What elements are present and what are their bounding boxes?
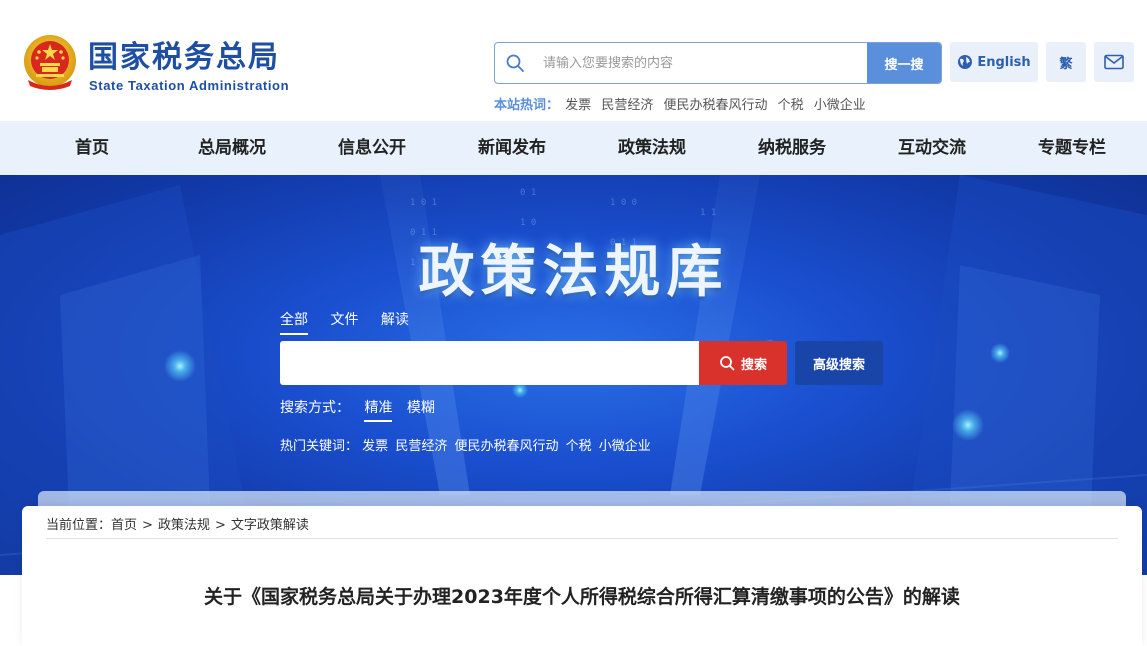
breadcrumb-policy[interactable]: 政策法规: [158, 518, 210, 533]
article-title: 关于《国家税务总局关于办理2023年度个人所得税综合所得汇算清缴事项的公告》的解…: [204, 586, 960, 608]
nav-item-home[interactable]: 首页: [37, 121, 147, 175]
site-logo-subtitle[interactable]: State Taxation Administration: [89, 78, 289, 93]
search-icon: [720, 356, 735, 371]
breadcrumb-separator: >: [142, 518, 153, 533]
globe-icon: [958, 55, 973, 69]
policy-search-button[interactable]: 搜索: [699, 341, 787, 385]
policy-search-label: 搜索: [740, 357, 767, 373]
breadcrumb-divider: [46, 538, 1118, 539]
nav-item-topics[interactable]: 专题专栏: [1017, 121, 1127, 175]
nav-item-interaction[interactable]: 互动交流: [877, 121, 987, 175]
banner-search-tabs: 全部 文件 解读: [280, 309, 427, 335]
hot-word-link[interactable]: 小微企业: [814, 98, 866, 113]
hot-word-link[interactable]: 民营经济: [601, 98, 653, 113]
tab-interpretation[interactable]: 解读: [381, 309, 409, 333]
nav-item-overview[interactable]: 总局概况: [177, 121, 287, 175]
svg-text:1 0 0: 1 0 0: [610, 198, 637, 208]
tab-documents[interactable]: 文件: [330, 309, 358, 333]
search-mode: 搜索方式： 精准 模糊: [280, 397, 435, 422]
content-card: 当前位置：首页 > 政策法规 > 文字政策解读 关于《国家税务总局关于办理2023年度个…: [22, 506, 1142, 646]
banner-hot-label: 热门关键词：: [280, 439, 359, 454]
hot-words-label: 本站热词：: [494, 98, 560, 113]
hot-word-link[interactable]: 发票: [565, 98, 591, 113]
hot-keyword-link[interactable]: 发票: [362, 439, 388, 454]
breadcrumb-current[interactable]: 文字政策解读: [231, 518, 309, 533]
traditional-chinese-button[interactable]: 繁: [1046, 42, 1086, 82]
national-emblem-icon[interactable]: [22, 34, 78, 92]
hot-keyword-link[interactable]: 民营经济: [395, 439, 447, 454]
english-label: English: [977, 54, 1031, 70]
header-search-input[interactable]: [535, 43, 865, 83]
site-logo-title[interactable]: 国家税务总局: [88, 40, 280, 76]
header-search-box: 搜一搜: [494, 42, 942, 84]
hot-keyword-link[interactable]: 个税: [566, 439, 592, 454]
hot-word-link[interactable]: 个税: [778, 98, 804, 113]
hot-keyword-link[interactable]: 小微企业: [599, 439, 651, 454]
svg-text:1 1: 1 1: [700, 208, 716, 218]
svg-text:0 1: 0 1: [520, 188, 536, 198]
header-search-button[interactable]: 搜一搜: [867, 43, 941, 83]
site-hot-words: 本站热词： 发票 民营经济 便民办税春风行动 个税 小微企业: [494, 94, 872, 113]
banner-title: 政策法规库: [418, 239, 729, 305]
site-header: 国家税务总局 State Taxation Administration 搜一搜…: [0, 0, 1147, 121]
tab-all[interactable]: 全部: [280, 309, 308, 335]
mail-icon: [1104, 54, 1124, 70]
nav-item-tax-service[interactable]: 纳税服务: [737, 121, 847, 175]
main-nav: 首页 总局概况 信息公开 新闻发布 政策法规 纳税服务 互动交流 专题专栏: [0, 121, 1147, 175]
breadcrumb-separator: >: [214, 518, 226, 533]
hot-keyword-link[interactable]: 便民办税春风行动: [454, 439, 558, 454]
advanced-search-button[interactable]: 高级搜索: [795, 341, 883, 385]
nav-item-policy[interactable]: 政策法规: [597, 121, 707, 175]
search-mode-fuzzy[interactable]: 模糊: [407, 397, 435, 420]
nav-item-news[interactable]: 新闻发布: [457, 121, 567, 175]
search-mode-exact[interactable]: 精准: [364, 397, 393, 422]
svg-text:1 0 1: 1 0 1: [410, 198, 437, 208]
mail-button[interactable]: [1094, 42, 1134, 82]
hot-word-link[interactable]: 便民办税春风行动: [663, 98, 767, 113]
nav-item-info-disclosure[interactable]: 信息公开: [317, 121, 427, 175]
search-mode-label: 搜索方式：: [280, 400, 350, 416]
english-button[interactable]: English: [950, 42, 1038, 82]
breadcrumb: 当前位置：首页 > 政策法规 > 文字政策解读: [46, 514, 309, 533]
policy-search-input[interactable]: [280, 341, 700, 385]
search-icon: [506, 54, 524, 72]
banner-hot-keywords: 热门关键词： 发票 民营经济 便民办税春风行动 个税 小微企业: [280, 435, 654, 454]
breadcrumb-label: 当前位置：: [46, 518, 112, 533]
breadcrumb-home[interactable]: 首页: [111, 518, 137, 533]
